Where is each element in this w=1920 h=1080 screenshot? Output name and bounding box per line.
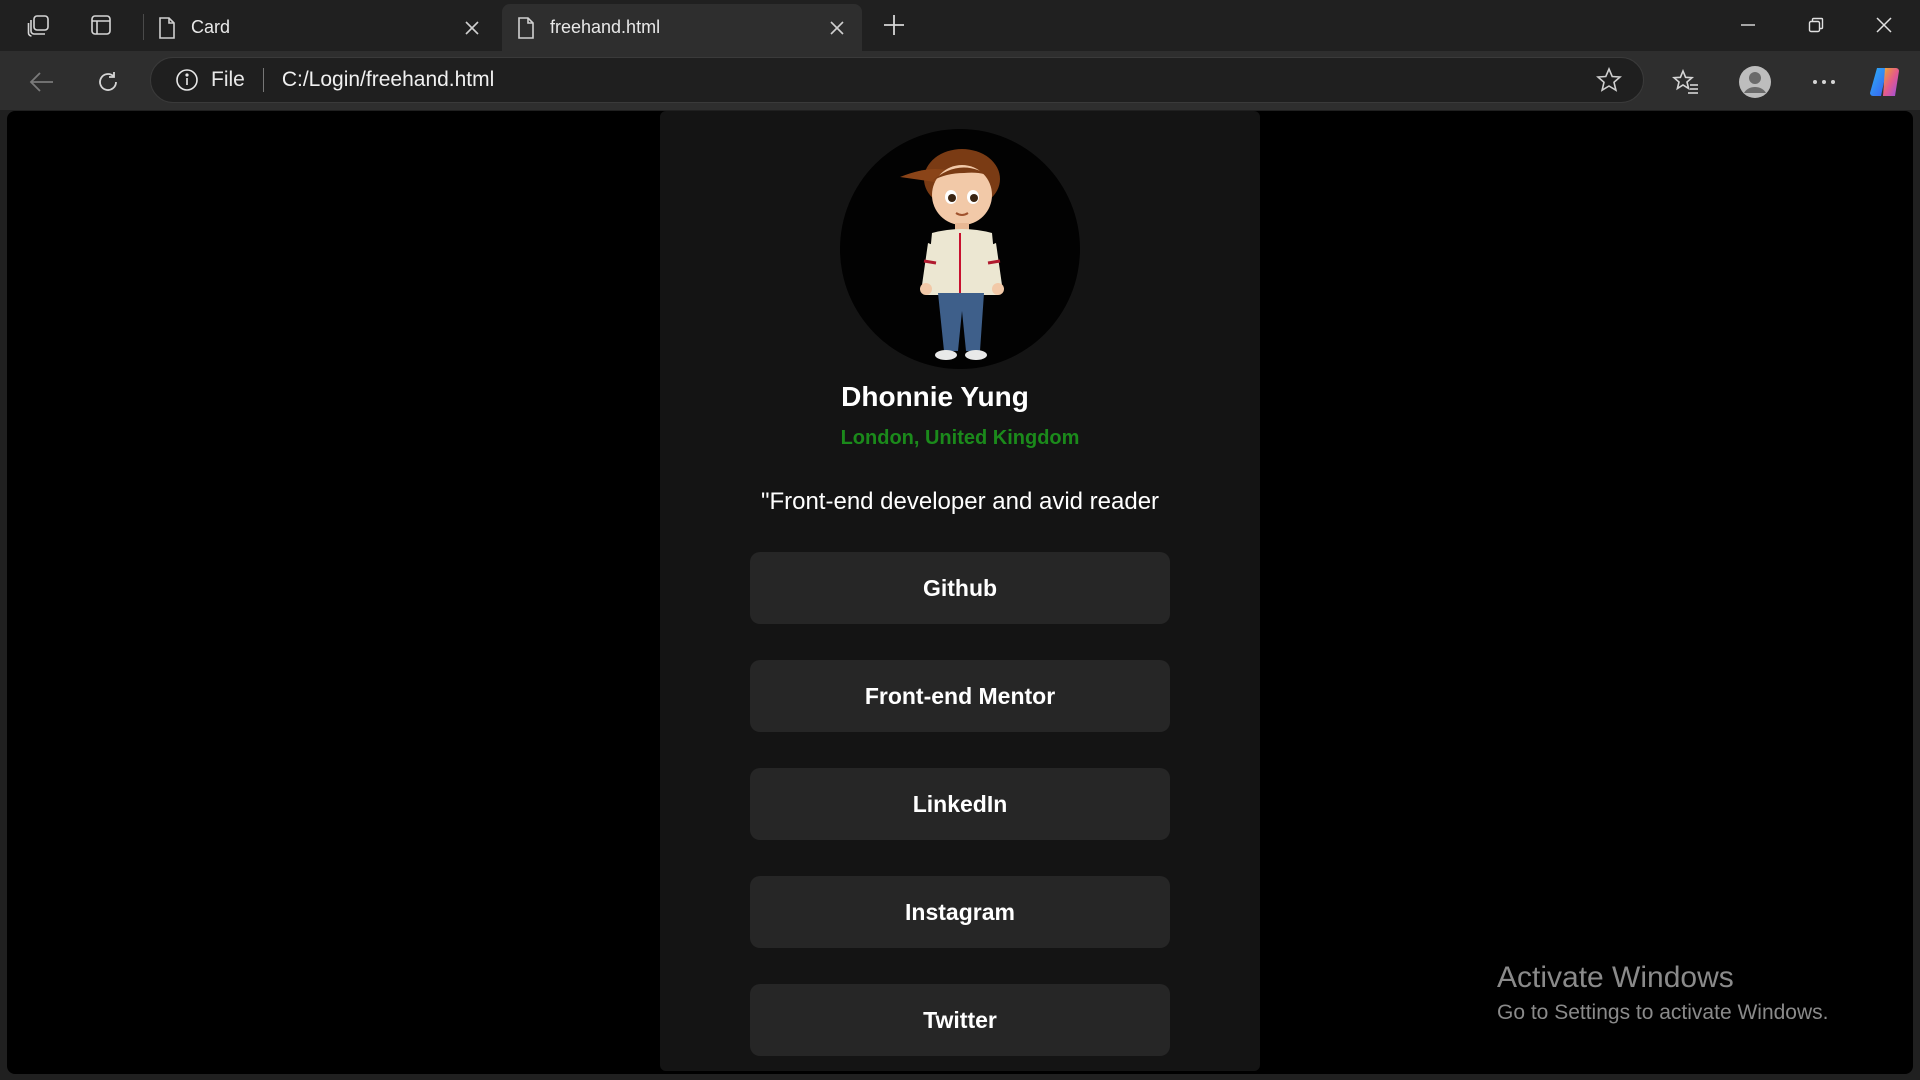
profile-avatar-icon[interactable] (1735, 62, 1775, 102)
more-menu-icon[interactable] (1804, 62, 1844, 102)
document-icon (159, 16, 175, 39)
github-link-button[interactable]: Github (750, 552, 1170, 624)
page-viewport: Dhonnie Yung London, United Kingdom "Fro… (7, 111, 1913, 1074)
linkedin-link-button[interactable]: LinkedIn (750, 768, 1170, 840)
tab-title: freehand.html (550, 17, 661, 37)
site-info-button[interactable]: File (175, 68, 245, 92)
frontend-mentor-link-button[interactable]: Front-end Mentor (750, 660, 1170, 732)
url-text[interactable]: C:/Login/freehand.html (282, 68, 1587, 92)
watermark-title: Activate Windows (1497, 961, 1734, 994)
instagram-link-button[interactable]: Instagram (750, 876, 1170, 948)
tab-actions-icon[interactable] (82, 9, 120, 41)
profile-location: London, United Kingdom (840, 427, 1080, 449)
profile-avatar-image (840, 129, 1080, 369)
back-button[interactable] (22, 62, 62, 102)
close-tab-icon[interactable] (457, 13, 487, 43)
profile-bio: "Front-end developer and avid reader (760, 488, 1160, 515)
activate-windows-watermark: Activate Windows Go to Settings to activ… (1497, 961, 1829, 1025)
address-bar[interactable]: File C:/Login/freehand.html (150, 57, 1644, 103)
close-window-button[interactable] (1850, 0, 1918, 50)
title-bar: Card freehand.html (0, 0, 1920, 51)
twitter-link-button[interactable]: Twitter (750, 984, 1170, 1056)
address-separator (262, 68, 264, 92)
tab-title: Card (191, 17, 231, 37)
scheme-label: File (211, 68, 245, 91)
copilot-icon[interactable] (1866, 62, 1906, 102)
browser-toolbar: File C:/Login/freehand.html (0, 51, 1920, 110)
tab-freehand[interactable]: freehand.html (502, 4, 862, 51)
watermark-subtitle: Go to Settings to activate Windows. (1497, 1001, 1829, 1024)
favorites-icon[interactable] (1666, 62, 1706, 102)
info-icon (176, 69, 198, 91)
new-tab-button[interactable] (876, 9, 912, 41)
social-links: Github Front-end Mentor LinkedIn Instagr… (750, 552, 1170, 1074)
workspaces-icon[interactable] (20, 9, 58, 41)
refresh-button[interactable] (88, 62, 128, 102)
close-tab-icon[interactable] (822, 13, 852, 43)
restore-button[interactable] (1782, 0, 1850, 50)
profile-name: Dhonnie Yung (841, 381, 1029, 412)
document-icon (518, 16, 534, 39)
tab-card[interactable]: Card (143, 4, 497, 51)
profile-card: Dhonnie Yung London, United Kingdom "Fro… (660, 111, 1260, 1071)
minimize-button[interactable] (1714, 0, 1782, 50)
favorite-star-icon[interactable] (1587, 58, 1631, 102)
